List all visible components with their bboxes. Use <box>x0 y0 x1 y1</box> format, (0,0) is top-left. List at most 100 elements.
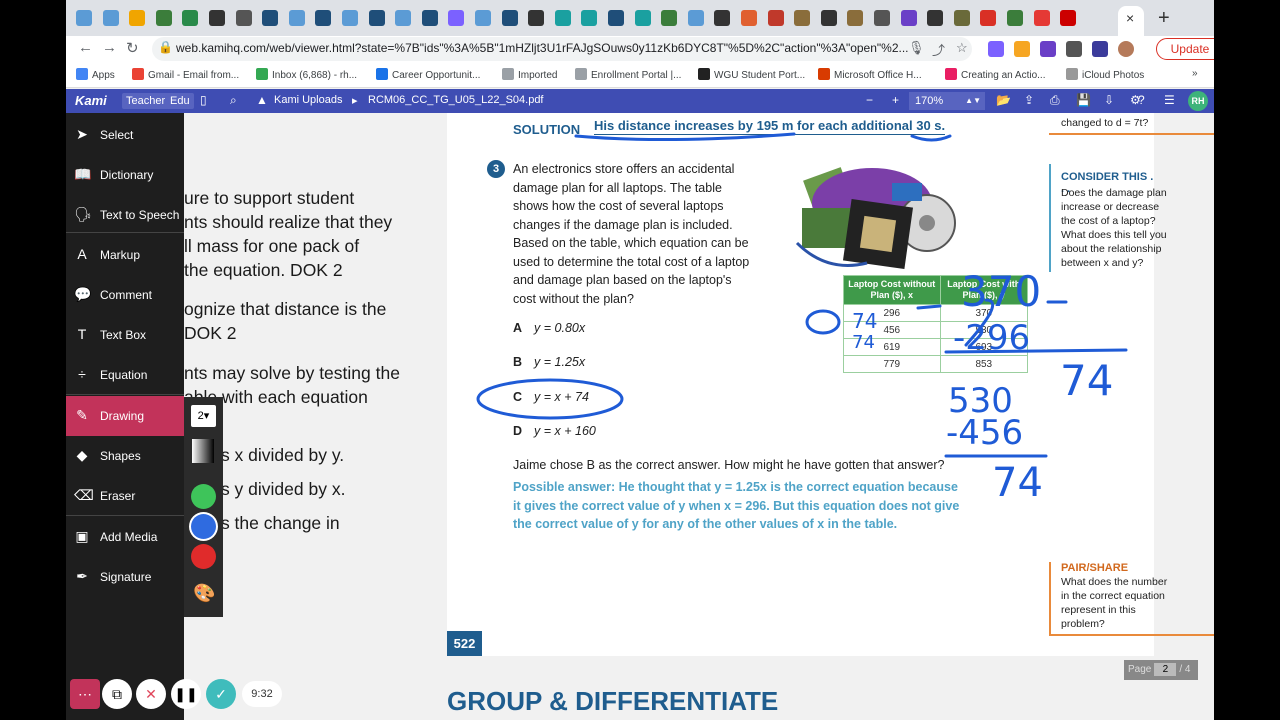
browser-tab[interactable] <box>368 10 385 26</box>
address-bar[interactable]: 🔒 web.kamihq.com/web/viewer.html?state=%… <box>152 37 972 61</box>
tool-comment[interactable]: 💬 Comment <box>66 275 184 315</box>
tool-text-to-speech[interactable]: 🗣 Text to Speech <box>66 195 184 235</box>
bookmark-item[interactable]: Enrollment Portal |... <box>575 68 681 81</box>
browser-tab[interactable] <box>581 10 598 26</box>
zoom-in-button[interactable]: + <box>892 93 899 107</box>
browser-tab[interactable] <box>262 10 279 26</box>
page-input[interactable]: 2 <box>1154 663 1177 676</box>
browser-tab[interactable] <box>820 10 837 26</box>
browser-tab[interactable] <box>76 10 92 26</box>
bookmark-item[interactable]: Imported <box>502 68 557 81</box>
zoom-select[interactable]: 170% ▲▼ <box>909 92 985 110</box>
download-icon[interactable]: ⇩ <box>1104 93 1114 107</box>
browser-tab[interactable] <box>102 10 119 26</box>
browser-tab[interactable] <box>395 10 412 26</box>
browser-tab[interactable] <box>1033 10 1050 26</box>
browser-tab[interactable] <box>129 10 146 26</box>
role-badge[interactable]: Teacher <box>122 93 170 109</box>
tool-equation[interactable]: ÷ Equation <box>66 355 184 395</box>
browser-tab[interactable] <box>714 10 731 26</box>
recorder-menu-icon[interactable]: ⋯ <box>70 679 100 709</box>
bookmarks-overflow-icon[interactable]: » <box>1192 68 1198 79</box>
browser-tab[interactable] <box>155 10 172 26</box>
bookmark-item[interactable]: Career Opportunit... <box>376 68 480 81</box>
browser-tab[interactable] <box>634 10 651 26</box>
browser-tab[interactable] <box>794 10 811 26</box>
puzzle-icon[interactable] <box>1066 41 1082 57</box>
extension-icon[interactable] <box>1092 41 1108 57</box>
bookmark-star-icon[interactable]: ☆ <box>956 40 968 56</box>
browser-tab[interactable] <box>687 10 704 26</box>
file-name[interactable]: RCM06_CC_TG_U05_L22_S04.pdf <box>368 94 544 106</box>
color-swatch-blue[interactable] <box>191 514 216 539</box>
close-tab-icon[interactable]: × <box>1126 10 1134 26</box>
browser-tab[interactable] <box>927 10 944 26</box>
browser-tab[interactable] <box>235 10 252 26</box>
tool-add-media[interactable]: ▣ Add Media <box>66 517 184 557</box>
palette-icon[interactable]: 🎨 <box>193 583 215 604</box>
tool-select[interactable]: ➤ Select <box>66 115 184 155</box>
browser-tab[interactable] <box>475 10 491 26</box>
browser-tab[interactable] <box>1060 10 1077 26</box>
bookmark-item[interactable]: Apps <box>76 68 115 81</box>
print-icon[interactable]: ⎙ <box>1050 93 1060 108</box>
browser-tab[interactable] <box>288 10 305 26</box>
reload-button[interactable]: ↻ <box>126 39 139 57</box>
bookmark-item[interactable]: WGU Student Port... <box>698 68 805 81</box>
browser-tab[interactable] <box>953 10 970 26</box>
extension-icon[interactable] <box>988 41 1004 57</box>
browser-tab[interactable] <box>448 10 465 26</box>
tool-markup[interactable]: A Markup <box>66 235 184 275</box>
tool-text-box[interactable]: T Text Box <box>66 315 184 355</box>
extension-icon[interactable] <box>1040 41 1056 57</box>
bookmark-item[interactable]: Inbox (6,868) - rh... <box>256 68 357 81</box>
user-avatar[interactable]: RH <box>1188 91 1208 111</box>
browser-tab[interactable] <box>528 10 545 26</box>
tool-drawing[interactable]: ✎ Drawing <box>66 396 184 436</box>
browser-tab[interactable] <box>661 10 678 26</box>
browser-tab[interactable] <box>421 10 438 26</box>
browser-tab[interactable] <box>874 10 890 26</box>
browser-tab[interactable] <box>847 10 864 26</box>
share-icon[interactable]: ⤴ <box>932 40 945 59</box>
color-swatch-red[interactable] <box>191 544 216 569</box>
extension-icon[interactable] <box>1014 41 1030 57</box>
forward-button[interactable]: → <box>102 39 117 56</box>
browser-tab[interactable] <box>980 10 997 26</box>
bookmark-item[interactable]: Microsoft Office H... <box>818 68 922 81</box>
back-button[interactable]: ← <box>78 39 93 56</box>
search-icon[interactable]: ⌕ <box>230 93 237 108</box>
browser-tab[interactable] <box>741 10 757 26</box>
browser-tab[interactable] <box>182 10 199 26</box>
browser-tab[interactable] <box>315 10 332 26</box>
help-icon[interactable]: ? <box>1138 93 1145 107</box>
bookmark-item[interactable]: Gmail - Email from... <box>132 68 239 81</box>
share-icon[interactable]: ⇪ <box>1024 93 1034 107</box>
browser-tab[interactable] <box>767 10 784 26</box>
tool-eraser[interactable]: ⌫ Eraser <box>66 476 184 516</box>
bookmark-item[interactable]: Creating an Actio... <box>945 68 1046 81</box>
tool-dictionary[interactable]: 📖 Dictionary <box>66 155 184 195</box>
menu-icon[interactable]: ☰ <box>1164 93 1175 107</box>
browser-tab[interactable] <box>1007 10 1023 26</box>
recorder-pause-icon[interactable]: ❚❚ <box>171 679 201 709</box>
profile-avatar[interactable] <box>1118 41 1134 57</box>
browser-tab[interactable] <box>342 10 358 26</box>
opacity-picker[interactable] <box>192 439 214 463</box>
breadcrumb-folder[interactable]: Kami Uploads <box>274 94 342 106</box>
browser-tab[interactable] <box>900 10 917 26</box>
stroke-size-select[interactable]: 2▾ <box>191 405 216 427</box>
zoom-out-button[interactable]: − <box>866 93 873 107</box>
browser-tab[interactable] <box>501 10 518 26</box>
color-swatch-green[interactable] <box>191 484 216 509</box>
folder-open-icon[interactable]: 📂 <box>996 93 1011 107</box>
save-icon[interactable]: 💾 <box>1076 93 1091 107</box>
sidebar-toggle-icon[interactable]: ▯ <box>200 93 207 107</box>
browser-tab[interactable] <box>209 10 225 26</box>
browser-tab[interactable] <box>608 10 624 26</box>
bookmark-item[interactable]: iCloud Photos <box>1066 68 1144 81</box>
update-button[interactable]: Update <box>1156 38 1214 60</box>
tool-shapes[interactable]: ◆ Shapes <box>66 436 184 476</box>
recorder-cancel-icon[interactable]: ✕ <box>136 679 166 709</box>
recorder-camera-icon[interactable]: ⧉ <box>102 679 132 709</box>
